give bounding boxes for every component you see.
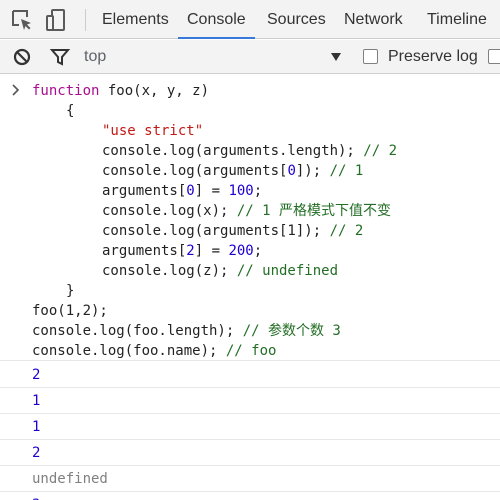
console-toolbar: top Preserve log	[0, 40, 500, 74]
prompt-chevron-icon	[12, 84, 20, 96]
preserve-log-checkbox[interactable]	[363, 49, 378, 64]
code-line: console.log(foo.length); // 参数个数 3	[32, 323, 341, 339]
console-message: 2	[0, 362, 500, 388]
preserve-log-label[interactable]: Preserve log	[388, 40, 478, 74]
console-message: 1	[0, 388, 500, 414]
log-value: 3	[32, 492, 40, 500]
tab-elements[interactable]: Elements	[102, 0, 169, 39]
log-value: 1	[32, 419, 41, 435]
code-line: "use strict"	[102, 123, 204, 139]
device-toolbar-icon[interactable]	[45, 8, 69, 32]
log-value: 2	[32, 445, 41, 461]
log-value: 2	[32, 367, 41, 383]
console-message: 2	[0, 440, 500, 466]
inspect-element-icon[interactable]	[10, 8, 34, 32]
devtools-tab-bar: Elements Console Sources Network Timelin…	[0, 0, 500, 39]
clear-console-icon[interactable]	[12, 47, 32, 67]
console-output: function foo(x, y, z) { "use strict" con…	[0, 75, 500, 500]
code-line: console.log(arguments[1]); // 2	[102, 223, 364, 239]
code-line: }	[66, 283, 75, 299]
code-line: {	[66, 103, 75, 119]
code-line: foo(1,2);	[32, 303, 108, 319]
console-message: 3	[0, 492, 500, 500]
tab-network[interactable]: Network	[344, 0, 403, 39]
tab-sources[interactable]: Sources	[267, 0, 326, 39]
code-line: console.log(foo.name); // foo	[32, 343, 277, 359]
code-line: arguments[0] = 100;	[102, 183, 263, 199]
code-line: console.log(z); // undefined	[102, 263, 339, 279]
code-line: console.log(x); // 1 严格模式下值不变	[102, 203, 392, 219]
code-line: arguments[2] = 200;	[102, 243, 263, 259]
code-line: console.log(arguments[0]); // 1	[102, 163, 364, 179]
code-line: console.log(arguments.length); // 2	[102, 143, 398, 159]
console-message: undefined	[0, 466, 500, 492]
console-message: 1	[0, 414, 500, 440]
tab-console[interactable]: Console	[178, 0, 255, 39]
toolbar-divider	[85, 9, 86, 31]
tab-timeline[interactable]: Timeline	[427, 0, 487, 39]
context-selector[interactable]: top	[84, 40, 106, 74]
log-value: undefined	[32, 471, 108, 487]
code-line: function foo(x, y, z)	[32, 83, 210, 99]
console-input-entry: function foo(x, y, z) { "use strict" con…	[0, 75, 500, 361]
filter-icon[interactable]	[50, 47, 70, 67]
dropdown-arrow-icon[interactable]	[330, 51, 342, 63]
log-value: 1	[32, 393, 41, 409]
secondary-checkbox[interactable]	[488, 49, 500, 64]
